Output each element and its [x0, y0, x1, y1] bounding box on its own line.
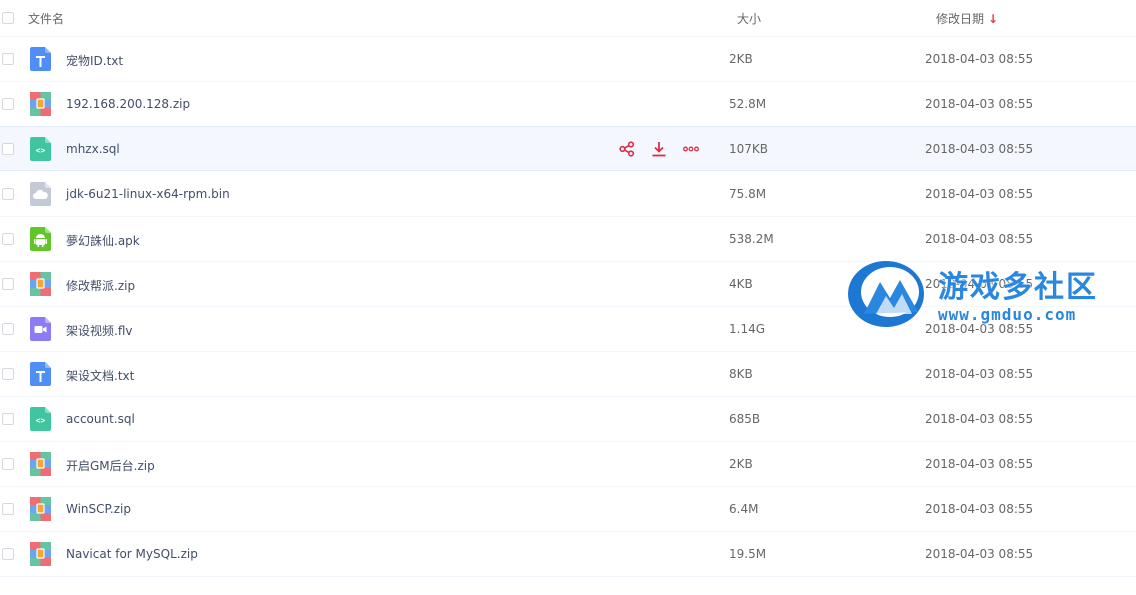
zip-file-icon	[30, 92, 51, 116]
file-date: 2018-04-03 08:55	[925, 187, 1034, 201]
file-row[interactable]: 架设文档.txt 8KB 2018-04-03 08:55	[0, 352, 1136, 397]
file-row[interactable]: 修改帮派.zip 4KB 2018-04-03 08:55	[0, 262, 1136, 307]
file-name[interactable]: WinSCP.zip	[66, 502, 131, 516]
file-name[interactable]: account.sql	[66, 412, 135, 426]
android-file-icon	[30, 227, 51, 251]
file-name[interactable]: 宠物ID.txt	[66, 52, 123, 69]
file-row[interactable]: Navicat for MySQL.zip 19.5M 2018-04-03 0…	[0, 532, 1136, 577]
code-file-icon: <>	[30, 407, 51, 431]
file-size: 1.14G	[729, 322, 766, 336]
file-date: 2018-04-03 08:55	[925, 52, 1034, 66]
file-size: 2KB	[729, 457, 753, 471]
svg-text:<>: <>	[36, 146, 46, 155]
file-name[interactable]: 架设文档.txt	[66, 367, 134, 384]
file-date: 2018-04-03 08:55	[925, 142, 1034, 156]
file-row[interactable]: 宠物ID.txt 2KB 2018-04-03 08:55	[0, 37, 1136, 82]
column-date-label: 修改日期	[936, 12, 985, 26]
file-name[interactable]: jdk-6u21-linux-x64-rpm.bin	[66, 187, 230, 201]
file-row[interactable]: jdk-6u21-linux-x64-rpm.bin 75.8M 2018-04…	[0, 172, 1136, 217]
file-name[interactable]: 修改帮派.zip	[66, 277, 135, 294]
zip-file-icon	[30, 272, 51, 296]
file-size: 538.2M	[729, 232, 774, 246]
code-file-icon: <>	[30, 137, 51, 161]
file-name[interactable]: 开启GM后台.zip	[66, 457, 155, 474]
file-row[interactable]: <> account.sql 685B 2018-04-03 08:55	[0, 397, 1136, 442]
file-date: 2018-04-03 08:55	[925, 277, 1034, 291]
file-name[interactable]: Navicat for MySQL.zip	[66, 547, 198, 561]
row-checkbox[interactable]	[2, 323, 14, 335]
cloud-file-icon	[30, 182, 51, 206]
sort-desc-icon[interactable]: ↓	[988, 12, 998, 26]
txt-file-icon	[30, 47, 51, 71]
file-size: 75.8M	[729, 187, 767, 201]
file-row[interactable]: <> mhzx.sql 107KB 2018-04-03 08:55	[0, 126, 1136, 171]
zip-file-icon	[30, 542, 51, 566]
file-name[interactable]: 192.168.200.128.zip	[66, 97, 190, 111]
row-checkbox[interactable]	[2, 53, 14, 65]
more-icon[interactable]	[682, 140, 700, 158]
file-date: 2018-04-03 08:55	[925, 367, 1034, 381]
txt-file-icon	[30, 362, 51, 386]
file-date: 2018-04-03 08:55	[925, 457, 1034, 471]
row-checkbox[interactable]	[2, 503, 14, 515]
column-date-header[interactable]: 修改日期 ↓	[936, 10, 998, 27]
file-name[interactable]: 架设视频.flv	[66, 322, 132, 339]
file-size: 8KB	[729, 367, 753, 381]
file-size: 685B	[729, 412, 761, 426]
file-date: 2018-04-03 08:55	[925, 412, 1034, 426]
file-size: 6.4M	[729, 502, 759, 516]
file-date: 2018-04-03 08:55	[925, 232, 1034, 246]
row-checkbox[interactable]	[2, 98, 14, 110]
row-checkbox[interactable]	[2, 413, 14, 425]
file-size: 19.5M	[729, 547, 767, 561]
file-size: 52.8M	[729, 97, 767, 111]
file-row[interactable]: 架设视频.flv 1.14G 2018-04-03 08:55	[0, 307, 1136, 352]
row-checkbox[interactable]	[2, 188, 14, 200]
row-checkbox[interactable]	[2, 233, 14, 245]
row-checkbox[interactable]	[2, 458, 14, 470]
file-date: 2018-04-03 08:55	[925, 502, 1034, 516]
row-checkbox[interactable]	[2, 368, 14, 380]
file-row[interactable]: WinSCP.zip 6.4M 2018-04-03 08:55	[0, 487, 1136, 532]
column-size-header[interactable]: 大小	[737, 10, 761, 27]
download-icon[interactable]	[650, 140, 668, 158]
file-row[interactable]: 开启GM后台.zip 2KB 2018-04-03 08:55	[0, 442, 1136, 487]
file-size: 107KB	[729, 142, 769, 156]
row-checkbox[interactable]	[2, 143, 14, 155]
file-date: 2018-04-03 08:55	[925, 97, 1034, 111]
file-row[interactable]: 192.168.200.128.zip 52.8M 2018-04-03 08:…	[0, 82, 1136, 127]
file-size: 4KB	[729, 277, 753, 291]
row-checkbox[interactable]	[2, 548, 14, 560]
file-size: 2KB	[729, 52, 753, 66]
file-name[interactable]: mhzx.sql	[66, 142, 120, 156]
file-row[interactable]: 夢幻誅仙.apk 538.2M 2018-04-03 08:55	[0, 217, 1136, 262]
video-file-icon	[30, 317, 51, 341]
share-icon[interactable]	[618, 140, 636, 158]
zip-file-icon	[30, 452, 51, 476]
zip-file-icon	[30, 497, 51, 521]
file-name[interactable]: 夢幻誅仙.apk	[66, 232, 140, 249]
file-list-header: 文件名 大小 修改日期 ↓	[0, 0, 1136, 37]
svg-text:<>: <>	[36, 416, 46, 425]
file-date: 2018-04-03 08:55	[925, 547, 1034, 561]
column-name-header[interactable]: 文件名	[28, 10, 64, 27]
row-checkbox[interactable]	[2, 278, 14, 290]
select-all-checkbox[interactable]	[2, 12, 14, 24]
file-date: 2018-04-03 08:55	[925, 322, 1034, 336]
